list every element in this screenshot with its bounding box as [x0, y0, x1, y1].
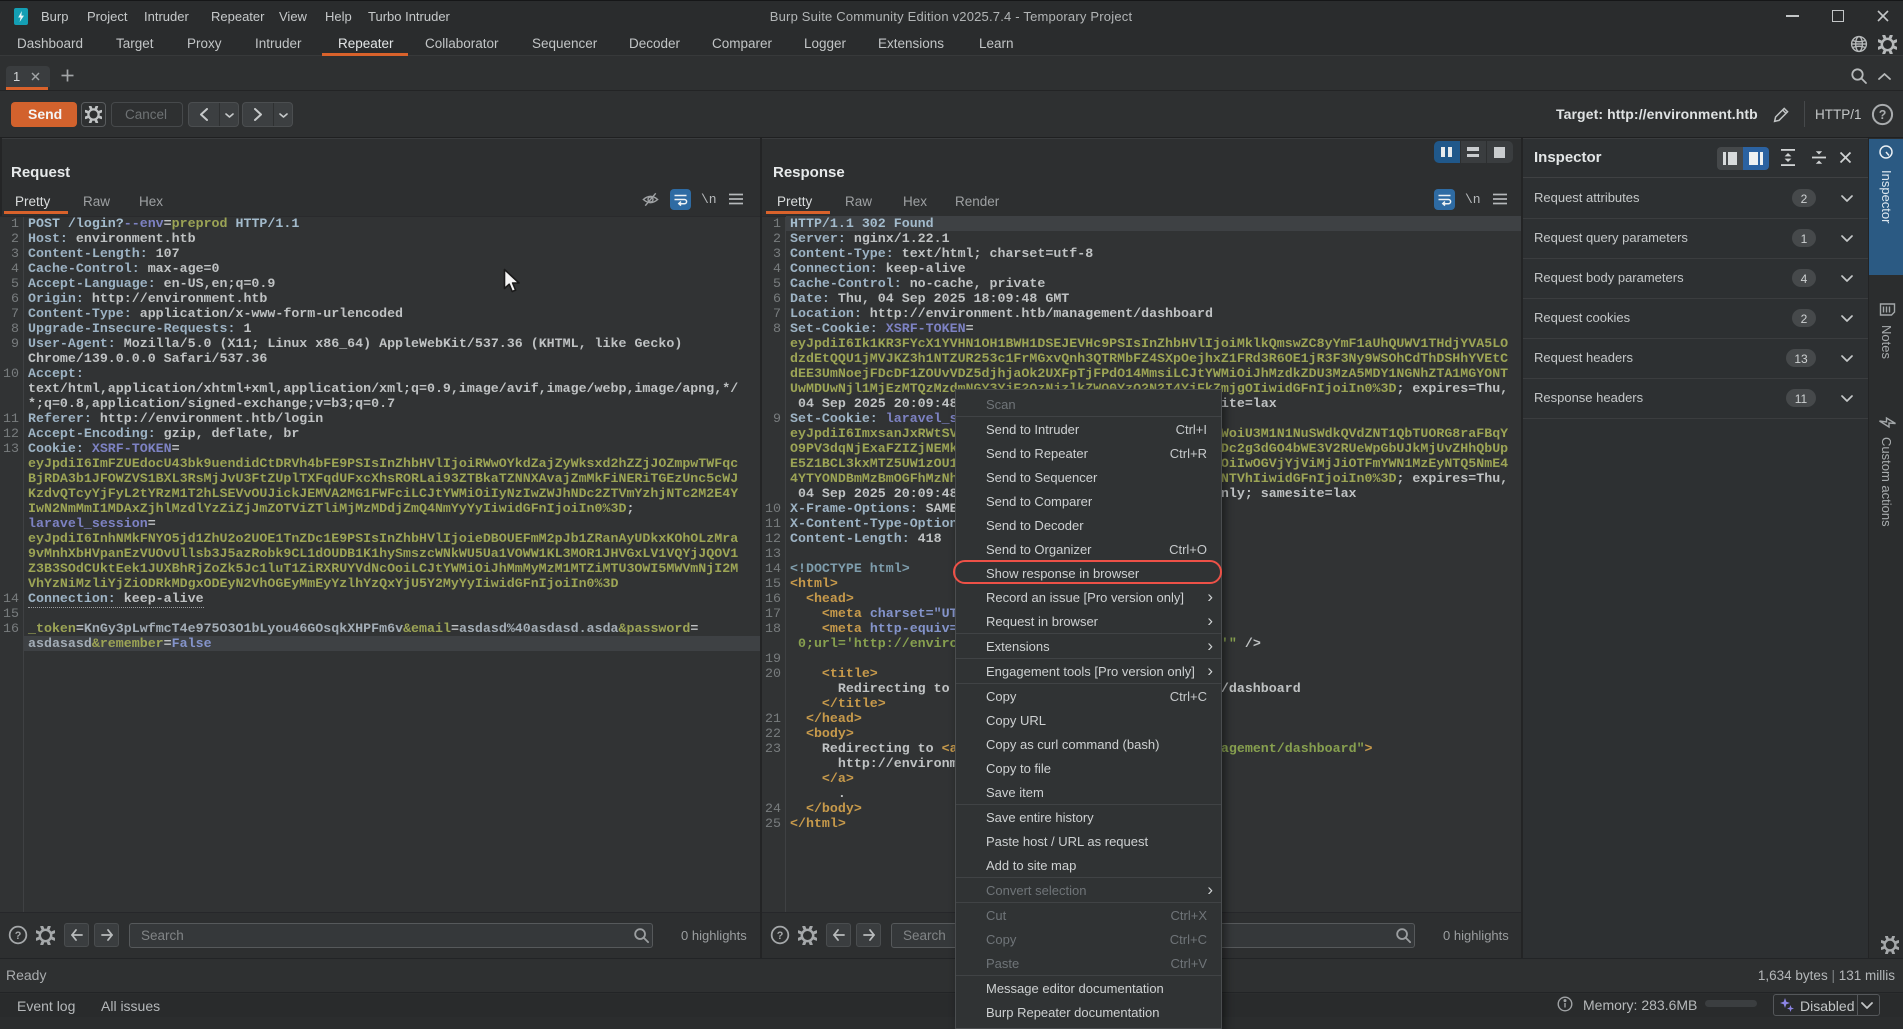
svg-text:?: ? — [14, 930, 21, 942]
svg-text:?: ? — [1879, 108, 1887, 122]
svg-text:?: ? — [776, 930, 783, 942]
